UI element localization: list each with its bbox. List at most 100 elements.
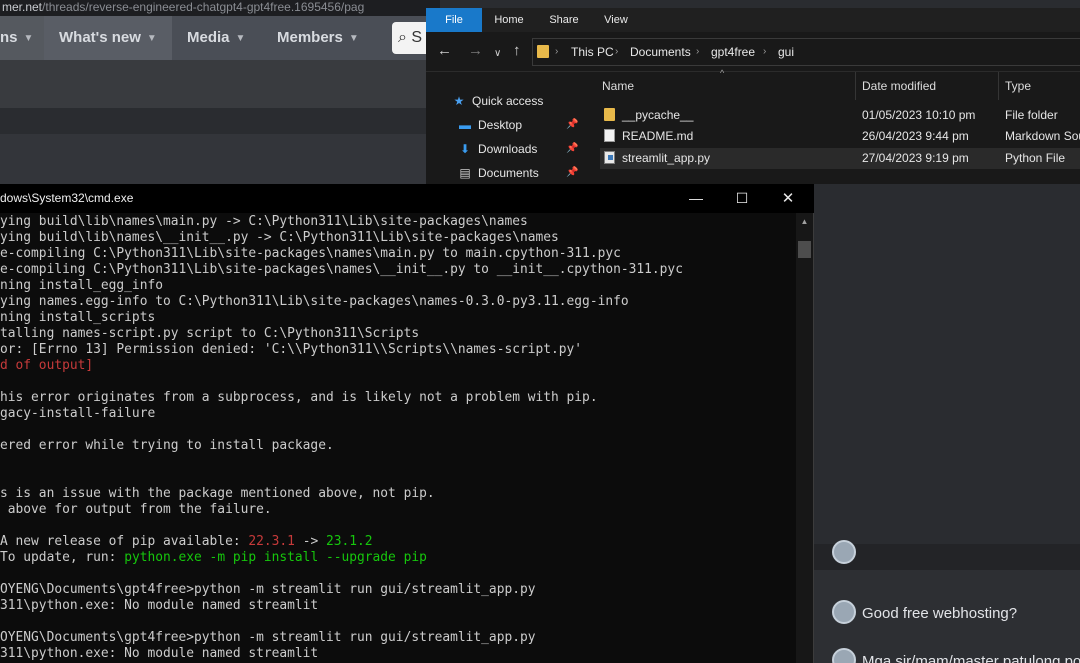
minimize-button[interactable]: —: [673, 184, 719, 213]
console-text: d of output]: [0, 358, 94, 373]
console-line: 311\python.exe: No module named streamli…: [0, 646, 318, 662]
nav-tab-members[interactable]: Members ▼: [262, 16, 382, 60]
console-output[interactable]: ying build\lib\names\main.py -> C:\Pytho…: [0, 213, 796, 663]
explorer-address-row: ← → ∨ ↑ › This PC › Documents › gpt4free…: [426, 32, 1080, 72]
console-line: e-compiling C:\Python311\Lib\site-packag…: [0, 262, 683, 278]
ribbon-tab-file[interactable]: File: [426, 8, 482, 32]
desktop-icon: ▬: [459, 118, 471, 132]
address-bar[interactable]: › This PC › Documents › gpt4free › gui: [532, 38, 1080, 66]
thread-title[interactable]: Mga sir/mam/master patulong po: [862, 653, 1080, 663]
console-text: ying build\lib\names\main.py -> C:\Pytho…: [0, 214, 528, 229]
console-text: OYENG\Documents\gpt4free>python -m strea…: [0, 582, 536, 597]
chevron-down-icon[interactable]: ▼: [147, 33, 157, 44]
file-type: Markdown Sou: [1005, 129, 1080, 143]
file-name: README.md: [622, 129, 694, 143]
console-text: s is an issue with the package mentioned…: [0, 486, 435, 501]
console-line: ying build\lib\names\main.py -> C:\Pytho…: [0, 214, 528, 230]
console-line: ying names.egg-info to C:\Python311\Lib\…: [0, 294, 629, 310]
forward-arrow-icon[interactable]: →: [468, 42, 483, 60]
avatar: [832, 540, 856, 564]
column-header-name[interactable]: Name: [602, 72, 634, 100]
console-line: OYENG\Documents\gpt4free>python -m strea…: [0, 582, 536, 598]
python-file-icon: [604, 151, 615, 164]
pin-icon: 📌: [566, 119, 579, 130]
breadcrumb-separator[interactable]: ›: [555, 39, 558, 65]
star-icon: ★: [453, 94, 465, 108]
nav-downloads[interactable]: ⬇ Downloads: [458, 138, 537, 160]
file-row[interactable]: README.md 26/04/2023 9:44 pm Markdown So…: [600, 126, 1080, 147]
scroll-up-arrow-icon[interactable]: ▲: [796, 213, 813, 230]
console-text: OYENG\Documents\gpt4free>python -m strea…: [0, 630, 536, 645]
recent-locations-chevron-icon[interactable]: ∨: [494, 45, 501, 63]
forum-thread-item[interactable]: Mga sir/mam/master patulong po: [832, 648, 1080, 663]
forum-gap: [0, 108, 440, 134]
up-arrow-icon[interactable]: ↑: [513, 42, 521, 60]
browser-url-bar[interactable]: mer.net/threads/reverse-engineered-chatg…: [0, 0, 440, 16]
forum-thread-item[interactable]: Good free webhosting?: [832, 600, 1017, 624]
sort-ascending-icon: ^: [720, 68, 725, 78]
chevron-down-icon[interactable]: ▼: [24, 33, 34, 44]
chevron-down-icon[interactable]: ▼: [236, 33, 246, 44]
nav-desktop[interactable]: ▬ Desktop: [458, 114, 522, 136]
console-line: above for output from the failure.: [0, 502, 272, 518]
console-line: gacy-install-failure: [0, 406, 155, 422]
nav-item-label: Desktop: [478, 118, 523, 132]
breadcrumb-separator[interactable]: ›: [615, 39, 618, 65]
ribbon-tab-share[interactable]: Share: [542, 8, 586, 32]
avatar: [832, 648, 856, 663]
console-line: e-compiling C:\Python311\Lib\site-packag…: [0, 246, 621, 262]
console-text: above for output from the failure.: [0, 502, 272, 517]
column-divider[interactable]: [998, 72, 999, 100]
chevron-down-icon[interactable]: ▼: [349, 33, 359, 44]
console-line: ning install_egg_info: [0, 278, 163, 294]
document-icon: [604, 129, 615, 142]
console-line: A new release of pip available: 22.3.1 -…: [0, 534, 373, 550]
console-text: 22.3.1: [248, 534, 295, 549]
console-scrollbar[interactable]: ▲: [796, 213, 813, 663]
forum-breadcrumb-bar: [0, 134, 440, 184]
column-divider[interactable]: [855, 72, 856, 100]
nav-tab-forums[interactable]: ns ▼: [0, 16, 44, 60]
forum-navbar: ns ▼ What's new ▼ Media ▼ Members ▼ ⌕ S: [0, 16, 440, 60]
pin-icon: 📌: [566, 143, 579, 154]
file-row-selected[interactable]: streamlit_app.py 27/04/2023 9:19 pm Pyth…: [600, 148, 1080, 169]
download-icon: ⬇: [459, 142, 471, 156]
breadcrumb-documents[interactable]: Documents: [630, 39, 691, 65]
breadcrumb-separator[interactable]: ›: [763, 39, 766, 65]
cmd-title-bar[interactable]: dows\System32\cmd.exe — ☐ ✕: [0, 184, 814, 213]
maximize-button[interactable]: ☐: [719, 184, 765, 213]
forum-thread-item[interactable]: [832, 540, 862, 564]
nav-tab-whats-new[interactable]: What's new ▼: [44, 16, 172, 60]
console-text: python.exe -m pip install --upgrade pip: [124, 550, 427, 565]
breadcrumb-this-pc[interactable]: This PC: [571, 39, 614, 65]
scrollbar-thumb[interactable]: [798, 241, 811, 258]
console-text: 311\python.exe: No module named streamli…: [0, 598, 319, 613]
console-text: To update, run:: [0, 550, 125, 565]
ribbon-tab-home[interactable]: Home: [486, 8, 532, 32]
console-text: ning install_egg_info: [0, 278, 163, 293]
column-header-date-modified[interactable]: Date modified: [862, 72, 936, 100]
console-line: ered error while trying to install packa…: [0, 438, 334, 454]
console-text: or: [Errno 13] Permission denied: 'C:\\P…: [0, 342, 583, 357]
ribbon-tab-view[interactable]: View: [598, 8, 634, 32]
breadcrumb-gpt4free[interactable]: gpt4free: [711, 39, 755, 65]
thread-title[interactable]: Good free webhosting?: [862, 605, 1017, 622]
close-button[interactable]: ✕: [765, 184, 811, 213]
nav-tab-media[interactable]: Media ▼: [172, 16, 262, 60]
search-placeholder: S: [411, 29, 423, 46]
file-date: 01/05/2023 10:10 pm: [862, 108, 976, 122]
console-line: ning install_scripts: [0, 310, 155, 326]
back-arrow-icon[interactable]: ←: [437, 42, 452, 60]
file-row[interactable]: __pycache__ 01/05/2023 10:10 pm File fol…: [600, 105, 1080, 126]
url-host: mer.net: [2, 0, 43, 14]
breadcrumb-separator[interactable]: ›: [696, 39, 699, 65]
explorer-ribbon: File Home Share View: [426, 8, 1080, 32]
window-title: dows\System32\cmd.exe: [0, 191, 134, 205]
forum-sidebar-panel: Good free webhosting? Mga sir/mam/master…: [814, 540, 1080, 663]
nav-documents[interactable]: ▤ Documents: [458, 162, 538, 184]
breadcrumb-gui[interactable]: gui: [778, 39, 794, 65]
console-line: or: [Errno 13] Permission denied: 'C:\\P…: [0, 342, 582, 358]
column-header-type[interactable]: Type: [1005, 72, 1031, 100]
nav-quick-access[interactable]: ★ Quick access: [452, 90, 544, 112]
file-explorer-window: File Home Share View ← → ∨ ↑ › This PC ›…: [426, 8, 1080, 184]
